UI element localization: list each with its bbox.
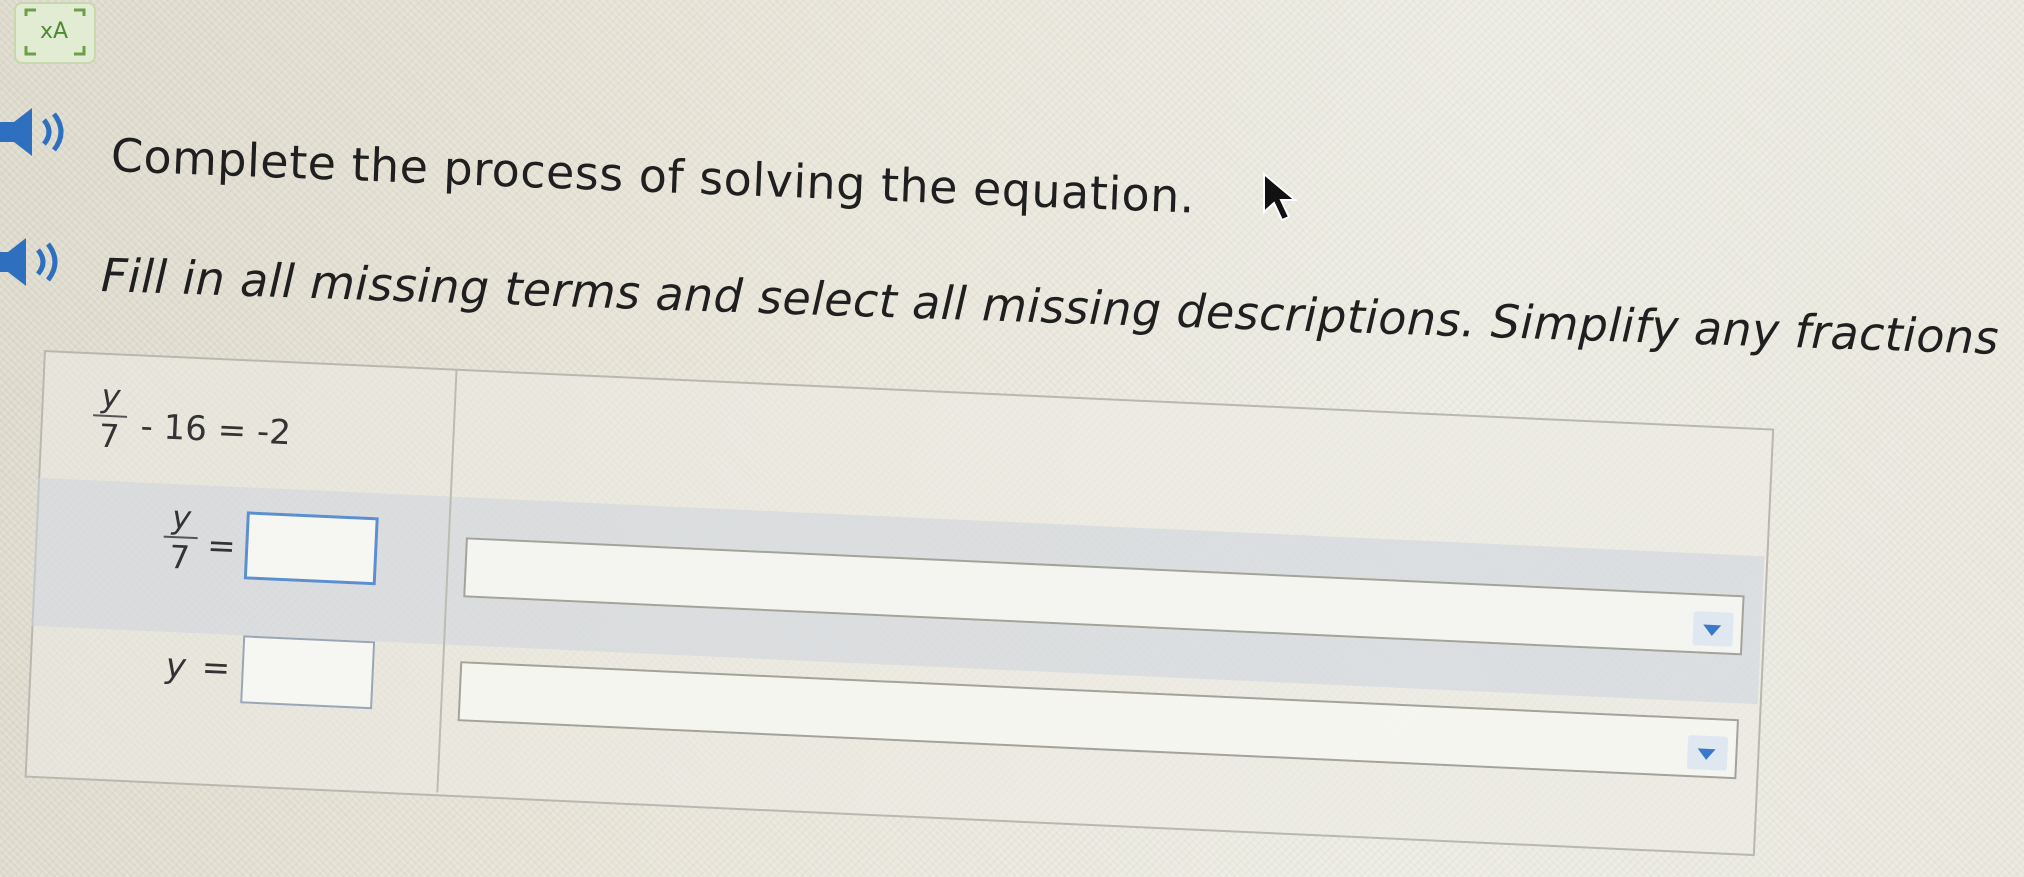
audio-icon[interactable] <box>0 104 80 164</box>
question-prompt: Complete the process of solving the equa… <box>109 128 1197 224</box>
chevron-down-icon <box>1697 748 1716 761</box>
solution-steps-table: y 7 - 16 = -2 y 7 = y = <box>24 350 1775 857</box>
chevron-down-icon <box>1702 624 1722 637</box>
logo-text: xA <box>40 19 68 44</box>
variable-y: y <box>164 645 187 687</box>
fraction-denominator: 7 <box>98 416 121 456</box>
fraction-denominator: 7 <box>168 537 191 577</box>
fraction-y-over-7: y 7 <box>162 498 199 577</box>
answer-input-step-3[interactable] <box>240 635 376 710</box>
question-instructions: Fill in all missing terms and select all… <box>100 248 2000 365</box>
audio-icon[interactable] <box>0 234 74 294</box>
equation-tail: - 16 = -2 <box>139 406 292 454</box>
fraction-numerator: y <box>171 498 192 537</box>
equals-sign: = <box>206 525 237 567</box>
fraction-numerator: y <box>100 376 122 416</box>
fraction-y-over-7: y 7 <box>91 376 128 456</box>
translate-icon[interactable]: xA <box>14 2 96 64</box>
mouse-cursor-icon <box>1262 171 1306 226</box>
answer-input-step-2[interactable] <box>243 511 379 586</box>
equals-sign: = <box>200 647 232 689</box>
